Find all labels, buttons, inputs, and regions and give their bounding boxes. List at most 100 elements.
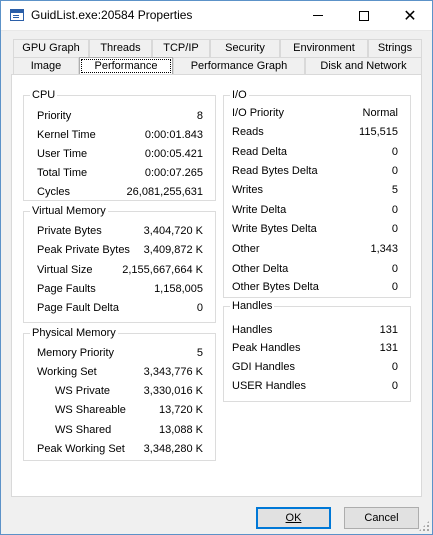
stat-row: Read Delta 0 [224,145,410,159]
stat-row: Total Time 0:00:07.265 [24,166,215,180]
stat-label: Working Set [37,366,97,378]
ok-button[interactable]: OK [256,507,331,529]
cancel-button-label: Cancel [364,512,399,524]
tab-image[interactable]: Image [13,57,79,75]
cancel-button[interactable]: Cancel [344,507,419,529]
stat-row: Reads 115,515 [224,125,410,139]
tab-row-lower: Image Performance Performance Graph Disk… [13,57,422,75]
app-window-icon[interactable] [10,9,24,21]
stat-row: Write Bytes Delta 0 [224,222,410,236]
tab-strings[interactable]: Strings [368,39,422,57]
handles-group: Handles Handles 131 Peak Handles 131 GDI H… [223,299,411,402]
group-title: Handles [230,299,275,313]
stat-value: 0 [391,380,398,392]
stat-row: User Time 0:00:05.421 [24,147,215,161]
stat-value: 1,343 [370,243,398,255]
stat-label: WS Private [55,385,111,397]
stat-row: Peak Working Set 3,348,280 K [24,442,215,456]
tab-security[interactable]: Security [210,39,280,57]
stat-row: GDI Handles 0 [224,360,410,374]
stat-value: 3,409,872 K [143,244,203,256]
stat-value: 2,155,667,664 K [122,264,203,276]
group-title: I/O [230,88,249,102]
tab-disk-and-network[interactable]: Disk and Network [305,57,422,75]
stat-label: User Time [37,148,88,160]
stat-label: Write Bytes Delta [232,223,317,235]
stat-value: 0 [391,263,398,275]
stat-label: Handles [232,324,273,336]
stat-label: I/O Priority [232,107,284,119]
stat-value: 5 [196,347,203,359]
stat-value: 0:00:01.843 [144,129,203,141]
minimize-button[interactable] [295,1,341,30]
stat-label: WS Shared [55,424,112,436]
stat-label: Page Faults [37,283,96,295]
tab-performance[interactable]: Performance [79,57,173,75]
physical-memory-group: Physical Memory Memory Priority 5 Working… [23,326,216,461]
stat-value: 13,720 K [158,404,203,416]
tab-environment[interactable]: Environment [280,39,368,57]
stat-row: Write Delta 0 [224,203,410,217]
stat-value: 0 [196,302,203,314]
stat-row: Other Bytes Delta 0 [224,280,410,294]
stat-value: Normal [362,107,398,119]
stat-row: Read Bytes Delta 0 [224,164,410,178]
stat-value: 5 [391,184,398,196]
group-title: Virtual Memory [30,204,108,218]
stat-value: 0 [391,165,398,177]
stat-row: I/O Priority Normal [224,106,410,120]
stat-label: Private Bytes [37,225,102,237]
ok-button-label: OK [285,512,302,524]
stat-value: 131 [379,342,398,354]
group-title: CPU [30,88,58,102]
stat-value: 131 [379,324,398,336]
stat-label: Other Delta [232,263,289,275]
stat-label: Read Bytes Delta [232,165,318,177]
stat-row: Writes 5 [224,183,410,197]
stat-label: Peak Handles [232,342,301,354]
stat-row: WS Shareable 13,720 K [24,403,215,417]
stat-value: 3,343,776 K [143,366,203,378]
stat-value: 3,348,280 K [143,443,203,455]
stat-row: Private Bytes 3,404,720 K [24,224,215,238]
stat-row: Virtual Size 2,155,667,664 K [24,263,215,277]
stat-value: 0 [391,281,398,293]
minimize-icon [313,15,323,16]
resize-grip-icon[interactable] [418,520,430,532]
title-bar[interactable]: GuidList.exe:20584 Properties ✕ [1,1,432,31]
virtual-memory-group: Virtual Memory Private Bytes 3,404,720 K … [23,204,216,323]
stat-value: 8 [196,110,203,122]
stat-value: 0:00:05.421 [144,148,203,160]
stat-label: Page Fault Delta [37,302,119,314]
tab-performance-graph[interactable]: Performance Graph [173,57,305,75]
stat-label: Memory Priority [37,347,115,359]
stat-row: Working Set 3,343,776 K [24,365,215,379]
properties-window: GuidList.exe:20584 Properties ✕ GPU Grap… [0,0,433,535]
stat-label: Cycles [37,186,71,198]
window-title: GuidList.exe:20584 Properties [31,8,193,22]
stat-row: Other Delta 0 [224,262,410,276]
stat-value: 3,404,720 K [143,225,203,237]
tab-gpu-graph[interactable]: GPU Graph [13,39,89,57]
stat-label: Total Time [37,167,88,179]
stat-label: WS Shareable [55,404,126,416]
stat-row: Peak Private Bytes 3,409,872 K [24,243,215,257]
stat-label: Write Delta [232,204,287,216]
maximize-button[interactable] [341,1,387,30]
stat-value: 0 [391,361,398,373]
stat-row: Priority 8 [24,109,215,123]
stat-label: Kernel Time [37,129,96,141]
tab-row-upper: GPU Graph Threads TCP/IP Security Enviro… [13,39,422,57]
stat-label: Other Bytes Delta [232,281,319,293]
stat-row: Kernel Time 0:00:01.843 [24,128,215,142]
stat-row: Page Faults 1,158,005 [24,282,215,296]
close-button[interactable]: ✕ [387,1,433,30]
stat-label: Reads [232,126,264,138]
io-group: I/O I/O Priority Normal Reads 115,515 Read… [223,88,411,298]
tab-tcpip[interactable]: TCP/IP [152,39,210,57]
stat-label: Virtual Size [37,264,93,276]
tab-threads[interactable]: Threads [89,39,152,57]
stat-row: Other 1,343 [224,242,410,256]
stat-value: 0 [391,146,398,158]
close-icon: ✕ [403,5,417,25]
